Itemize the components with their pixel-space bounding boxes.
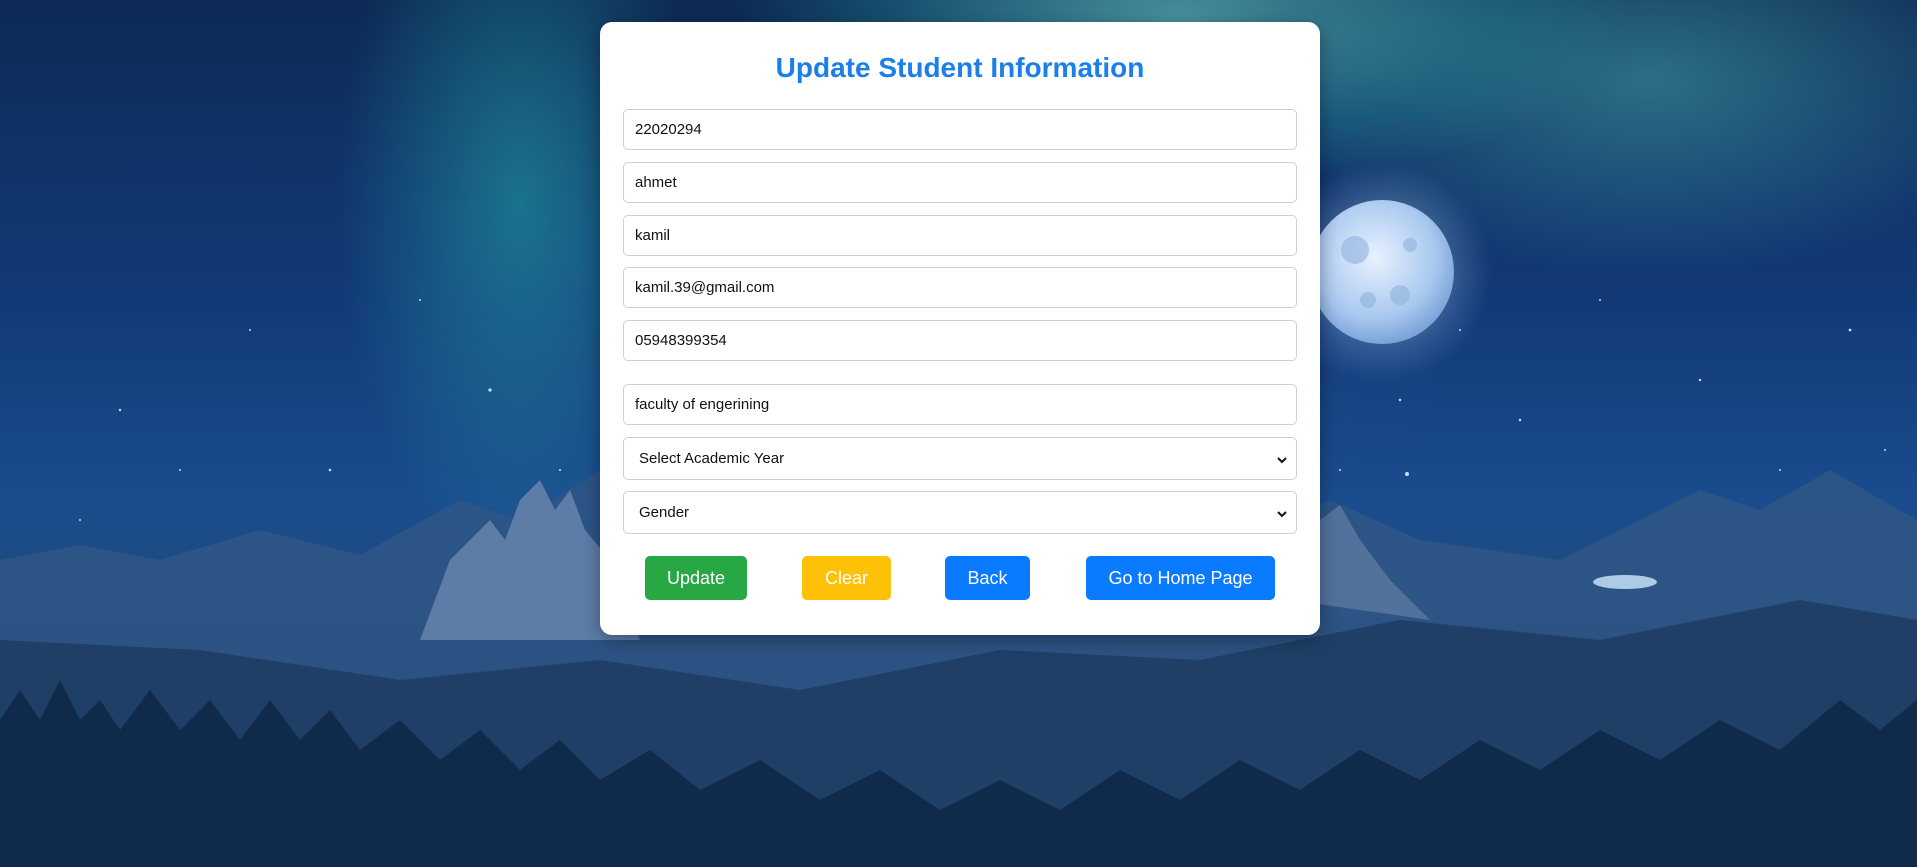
first-name-input[interactable] bbox=[623, 162, 1297, 203]
student-id-input[interactable] bbox=[623, 109, 1297, 150]
faculty-input[interactable] bbox=[623, 384, 1297, 425]
update-student-card: Update Student Information Select Academ… bbox=[600, 22, 1320, 635]
back-button[interactable]: Back bbox=[945, 556, 1030, 600]
chevron-down-icon bbox=[1276, 438, 1288, 479]
clear-button[interactable]: Clear bbox=[802, 556, 891, 600]
page-title: Update Student Information bbox=[775, 52, 1145, 83]
academic-year-select[interactable]: Select Academic Year bbox=[623, 437, 1297, 480]
gender-select-value: Gender bbox=[639, 504, 690, 521]
chevron-down-icon bbox=[1276, 492, 1288, 533]
home-page-button[interactable]: Go to Home Page bbox=[1086, 556, 1275, 600]
academic-year-select-value: Select Academic Year bbox=[639, 450, 785, 467]
last-name-input[interactable] bbox=[623, 215, 1297, 256]
phone-input[interactable] bbox=[623, 320, 1297, 361]
gender-select[interactable]: Gender bbox=[623, 491, 1297, 534]
email-input[interactable] bbox=[623, 267, 1297, 308]
update-button[interactable]: Update bbox=[645, 556, 747, 600]
